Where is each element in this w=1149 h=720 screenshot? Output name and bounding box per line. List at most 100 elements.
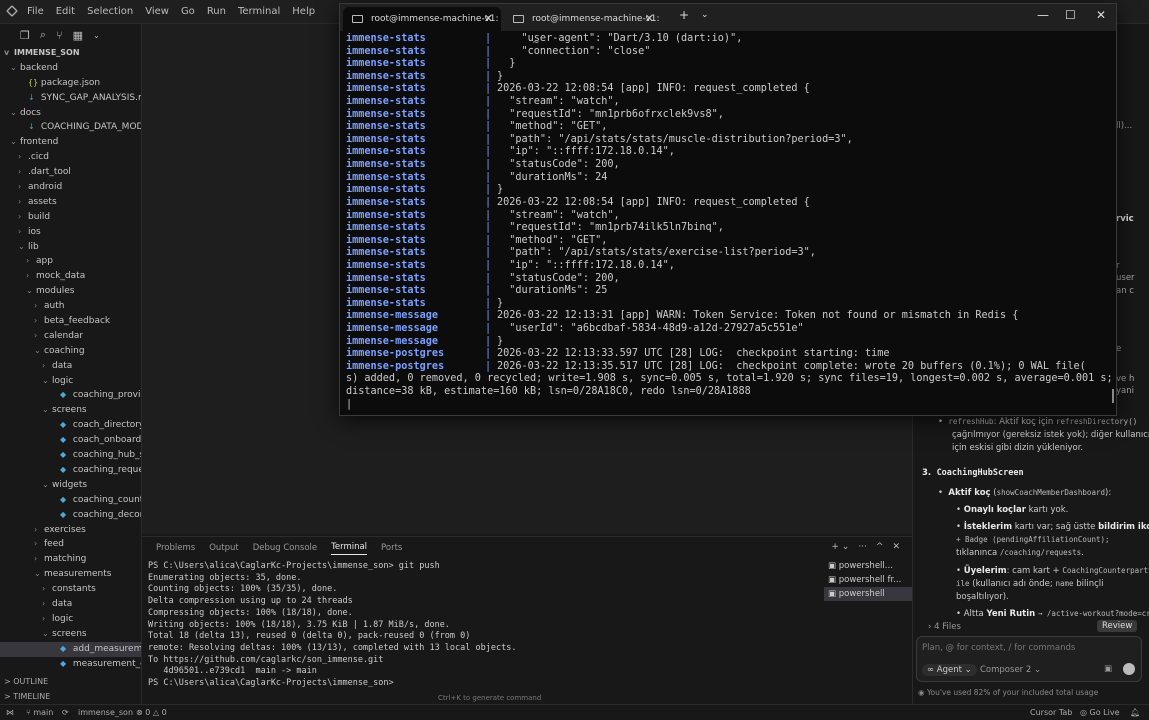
tree-folder[interactable]: › calendar	[0, 329, 141, 344]
tree-label: lib	[28, 241, 39, 252]
branch-indicator[interactable]: ⑂ main	[26, 705, 53, 720]
files-toggle[interactable]: › 4 Files	[928, 622, 961, 632]
tree-folder[interactable]: › assets	[0, 195, 141, 210]
maximize-panel-icon[interactable]: ^	[876, 542, 884, 552]
tree-folder[interactable]: ⌄ frontend	[0, 135, 141, 150]
tree-file[interactable]: ◆ measurement_detail_s...	[0, 657, 141, 672]
panel-tab-problems[interactable]: Problems	[156, 543, 195, 553]
chevron-down-icon[interactable]: ⌄	[93, 31, 100, 40]
panel-tab-output[interactable]: Output	[209, 543, 239, 553]
tree-file[interactable]: ◆ coaching_decor.dart	[0, 508, 141, 523]
tree-file[interactable]: ◆ coaching_counterpart...	[0, 493, 141, 508]
review-button[interactable]: Review	[1097, 620, 1138, 632]
panel-tab-debug-console[interactable]: Debug Console	[253, 543, 317, 553]
tree-file[interactable]: ◆ coaching_hub_screen....	[0, 448, 141, 463]
close-tab-icon[interactable]: ✕	[484, 7, 493, 31]
tree-folder[interactable]: › auth	[0, 299, 141, 314]
tree-file[interactable]: ↓ SYNC_GAP_ANALYSIS.md	[0, 91, 141, 106]
tree-folder[interactable]: › mock_data	[0, 269, 141, 284]
tree-folder[interactable]: › .dart_tool	[0, 165, 141, 180]
panel-tab-terminal[interactable]: Terminal	[331, 542, 368, 555]
tree-file[interactable]: ◆ coach_directory_scree...	[0, 418, 141, 433]
tree-file[interactable]: {} package.json	[0, 76, 141, 91]
tree-label: feed	[44, 539, 64, 550]
tree-folder[interactable]: ⌄ screens	[0, 627, 141, 642]
tree-folder[interactable]: › beta_feedback	[0, 314, 141, 329]
tree-folder[interactable]: › matching	[0, 552, 141, 567]
model-select[interactable]: Composer 2 ⌄	[980, 665, 1041, 675]
tree-folder[interactable]: ⌄ logic	[0, 374, 141, 389]
tree-folder[interactable]: ⌄ docs	[0, 106, 141, 121]
close-icon[interactable]: ✕	[1096, 8, 1106, 22]
tree-folder[interactable]: › .cicd	[0, 150, 141, 165]
tree-folder[interactable]: › data	[0, 597, 141, 612]
tree-folder[interactable]: › data	[0, 359, 141, 374]
tree-folder[interactable]: ⌄ coaching	[0, 344, 141, 359]
new-tab-icon[interactable]: +	[679, 8, 689, 22]
terminal-session[interactable]: ▣ powershell fr...	[824, 573, 912, 587]
panel-tab-ports[interactable]: Ports	[381, 543, 402, 553]
close-tab-icon[interactable]: ✕	[645, 7, 654, 31]
tree-folder[interactable]: ⌄ backend	[0, 61, 141, 76]
tree-folder[interactable]: › constants	[0, 582, 141, 597]
problems-indicator[interactable]: ⊗ 0 △ 0	[136, 705, 167, 720]
agent-mode-select[interactable]: ∞ Agent ⌄	[922, 664, 977, 676]
menu-item-go[interactable]: Go	[181, 6, 195, 17]
scrollbar[interactable]	[1112, 389, 1114, 403]
tree-folder[interactable]: ⌄ measurements	[0, 567, 141, 582]
tree-folder[interactable]: › app	[0, 254, 141, 269]
tree-file[interactable]: ◆ coaching_requests_scr...	[0, 463, 141, 478]
chat-input[interactable]: Plan, @ for context, / for commands	[922, 643, 1075, 653]
tree-folder[interactable]: › exercises	[0, 523, 141, 538]
add-terminal-icon[interactable]: + ⌄	[831, 542, 849, 552]
menu-item-view[interactable]: View	[145, 6, 169, 17]
terminal-session[interactable]: ▣ powershell...	[824, 559, 912, 573]
menu-item-file[interactable]: File	[27, 6, 44, 17]
tree-folder[interactable]: › logic	[0, 612, 141, 627]
copy-icon[interactable]: ❐	[20, 29, 30, 42]
search-icon[interactable]: ⌕	[40, 28, 46, 42]
tree-file[interactable]: ↓ COACHING_DATA_MODEL.md	[0, 120, 141, 135]
terminal-session[interactable]: ▣ powershell	[824, 587, 912, 601]
cursor-tab[interactable]: Cursor Tab	[1030, 705, 1072, 720]
extensions-icon[interactable]: ▦	[73, 29, 83, 42]
terminal-tab[interactable]: root@immense-machine-v1: · ✕	[343, 7, 501, 48]
menu-item-help[interactable]: Help	[292, 6, 315, 17]
go-live[interactable]: ◎ Go Live	[1080, 705, 1120, 720]
terminal-output[interactable]: immense-stats | "user-agent": "Dart/3.10 …	[340, 33, 1116, 415]
tree-folder[interactable]: ⌄ modules	[0, 284, 141, 299]
remote-icon[interactable]: ⋈	[6, 705, 14, 720]
bell-icon[interactable]: 🔔︎	[1130, 705, 1140, 720]
explorer-root[interactable]: v IMMENSE_SON	[0, 46, 141, 61]
close-panel-icon[interactable]: ✕	[892, 542, 900, 552]
menu-item-selection[interactable]: Selection	[87, 6, 133, 17]
mic-icon[interactable]	[1123, 663, 1135, 675]
tree-folder[interactable]: ⌄ lib	[0, 240, 141, 255]
terminal-tab[interactable]: root@immense-machine-v1: ~ ✕	[504, 7, 662, 48]
menu-item-edit[interactable]: Edit	[56, 6, 75, 17]
tree-file[interactable]: ◆ coach_onboarding_scr...	[0, 433, 141, 448]
tree-file[interactable]: ◆ add_measurement_scr...	[0, 641, 141, 657]
sync-icon[interactable]: ⟳	[62, 705, 69, 720]
tree-folder[interactable]: ⌄ widgets	[0, 478, 141, 493]
tree-folder[interactable]: › feed	[0, 537, 141, 552]
integrated-terminal[interactable]: PS C:\Users\alica\CaglarKc-Projects\imme…	[142, 561, 822, 690]
menu-item-terminal[interactable]: Terminal	[238, 6, 280, 17]
chevron-down-icon[interactable]: ⌄	[701, 10, 709, 20]
more-icon[interactable]: ···	[858, 542, 867, 552]
session-label: powershell	[838, 589, 885, 599]
source-control-icon[interactable]: ⑂	[56, 29, 63, 42]
outline-section[interactable]: > OUTLINE	[0, 675, 142, 689]
tree-folder[interactable]: › build	[0, 210, 141, 225]
tree-folder[interactable]: › ios	[0, 225, 141, 240]
minimize-icon[interactable]: —	[1037, 8, 1049, 22]
image-icon[interactable]: ▣	[1104, 664, 1112, 674]
log-line: immense-stats | "requestId": "mn1prb74ilk…	[346, 222, 1116, 235]
project-name[interactable]: immense_son	[78, 705, 133, 720]
tree-folder[interactable]: › android	[0, 180, 141, 195]
maximize-icon[interactable]: ☐	[1065, 8, 1076, 22]
menu-item-run[interactable]: Run	[207, 6, 226, 17]
tree-file[interactable]: ◆ coaching_provider.dart	[0, 388, 141, 403]
tree-folder[interactable]: ⌄ screens	[0, 403, 141, 418]
timeline-section[interactable]: > TIMELINE	[0, 690, 142, 704]
